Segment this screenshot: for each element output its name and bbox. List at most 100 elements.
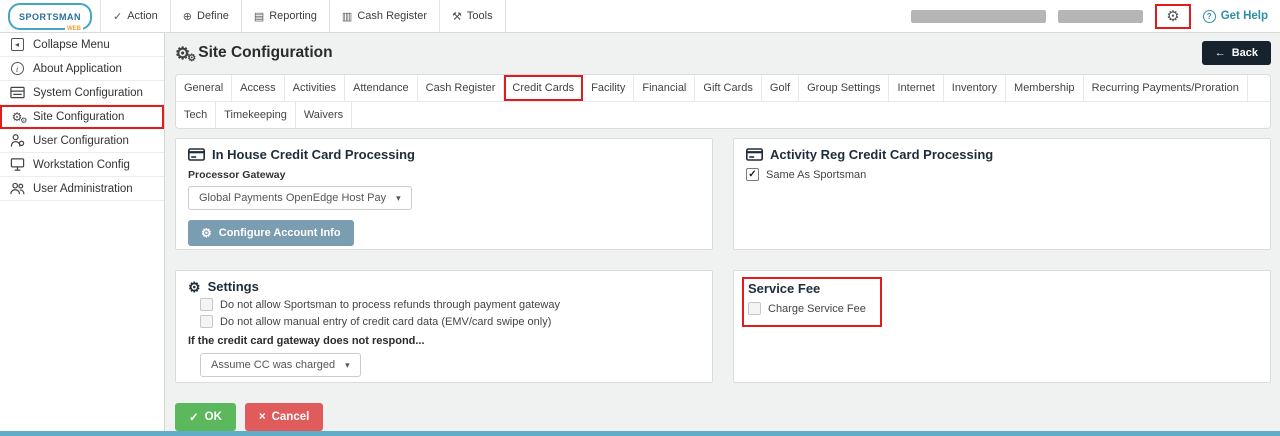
logo[interactable]: SPORTSMAN WEB xyxy=(0,0,100,32)
processor-gateway-select[interactable]: Global Payments OpenEdge Host Pay ▾ xyxy=(188,186,412,210)
tab-inventory[interactable]: Inventory xyxy=(944,75,1006,101)
sidebar-item-workstation-config[interactable]: Workstation Config xyxy=(0,153,164,177)
sidebar-item-label: About Application xyxy=(33,63,122,75)
tab-access[interactable]: Access xyxy=(232,75,284,101)
cancel-button-label: Cancel xyxy=(272,411,310,423)
top-menu: ✓ Action ⊕ Define ▤ Reporting ▥ Cash Reg… xyxy=(100,0,506,32)
in-house-processing-panel: In House Credit Card Processing Processo… xyxy=(175,138,713,250)
sidebar-item-label: Site Configuration xyxy=(33,111,124,123)
menu-item-label: Define xyxy=(197,10,229,22)
sidebar-item-label: Collapse Menu xyxy=(33,39,110,51)
caret-down-icon: ▾ xyxy=(345,360,350,371)
tab-credit-cards[interactable]: Credit Cards xyxy=(504,75,583,101)
report-icon: ▤ xyxy=(254,10,264,23)
tab-general[interactable]: General xyxy=(176,75,232,101)
sidebar: ◂ Collapse Menu i About Application Syst… xyxy=(0,33,165,431)
processor-gateway-value: Global Payments OpenEdge Host Pay xyxy=(199,192,386,204)
logo-brand-text: SPORTSMAN xyxy=(19,12,81,22)
cancel-button[interactable]: × Cancel xyxy=(245,403,323,431)
configure-account-info-button[interactable]: ⚙ Configure Account Info xyxy=(188,220,354,246)
menu-item-reporting[interactable]: ▤ Reporting xyxy=(242,0,330,32)
tab-facility[interactable]: Facility xyxy=(583,75,634,101)
topbar-right: ⚙ ? Get Help xyxy=(911,0,1280,32)
activity-reg-panel-title: Activity Reg Credit Card Processing xyxy=(746,147,1258,162)
ok-button-label: OK xyxy=(205,411,222,423)
logo-sub-text: WEB xyxy=(65,26,83,32)
sidebar-item-label: System Configuration xyxy=(33,87,143,99)
cash-register-icon: ▥ xyxy=(342,10,352,23)
sidebar-item-system-configuration[interactable]: System Configuration xyxy=(0,81,164,105)
app-body: ◂ Collapse Menu i About Application Syst… xyxy=(0,33,1280,431)
gear-icon: ⚙ xyxy=(188,280,201,294)
no-refunds-checkbox[interactable] xyxy=(200,298,213,311)
tab-group-settings[interactable]: Group Settings xyxy=(799,75,889,101)
tab-recurring-payments-proration[interactable]: Recurring Payments/Proration xyxy=(1084,75,1248,101)
gear-icon: ⚙ xyxy=(201,227,212,239)
sidebar-item-label: User Administration xyxy=(33,183,133,195)
sidebar-item-site-configuration[interactable]: ⚙⚙ Site Configuration xyxy=(0,105,164,129)
credit-card-icon xyxy=(746,148,763,161)
service-fee-panel: Service Fee Charge Service Fee xyxy=(733,270,1271,383)
sidebar-item-label: User Configuration xyxy=(33,135,129,147)
back-button[interactable]: ← Back xyxy=(1202,41,1271,65)
sidebar-item-user-configuration[interactable]: User Configuration xyxy=(0,129,164,153)
sidebar-item-collapse-menu[interactable]: ◂ Collapse Menu xyxy=(0,33,164,57)
redacted-info-block xyxy=(1058,10,1143,23)
get-help-button[interactable]: ? Get Help xyxy=(1203,10,1268,23)
gears-icon: ⚙⚙ xyxy=(175,45,190,62)
sidebar-item-label: Workstation Config xyxy=(33,159,130,171)
user-gear-icon xyxy=(9,133,25,148)
no-refunds-label: Do not allow Sportsman to process refund… xyxy=(220,299,560,311)
menu-item-label: Tools xyxy=(467,10,493,22)
tab-activities[interactable]: Activities xyxy=(285,75,345,101)
gears-icon: ⚙⚙ xyxy=(9,111,25,123)
page-header: ⚙⚙ Site Configuration ← Back xyxy=(175,41,1271,65)
settings-panel: ⚙ Settings Do not allow Sportsman to pro… xyxy=(175,270,713,383)
help-question-icon: ? xyxy=(1203,10,1216,23)
tab-membership[interactable]: Membership xyxy=(1006,75,1084,101)
tab-timekeeping[interactable]: Timekeeping xyxy=(216,102,296,128)
sidebar-item-user-administration[interactable]: User Administration xyxy=(0,177,164,201)
tab-row-2: Tech Timekeeping Waivers xyxy=(176,102,1270,128)
activity-reg-processing-panel: Activity Reg Credit Card Processing ✓ Sa… xyxy=(733,138,1271,250)
configure-account-info-label: Configure Account Info xyxy=(219,227,341,239)
collapse-menu-icon: ◂ xyxy=(9,38,25,51)
gateway-no-response-value: Assume CC was charged xyxy=(211,359,335,371)
sportsman-logo: SPORTSMAN WEB xyxy=(8,3,92,30)
gateway-no-response-label: If the credit card gateway does not resp… xyxy=(188,335,700,347)
check-icon: ✓ xyxy=(113,10,122,23)
menu-item-label: Cash Register xyxy=(357,10,427,22)
page-title-text: Site Configuration xyxy=(198,44,332,62)
system-config-icon xyxy=(9,85,25,100)
tab-waivers[interactable]: Waivers xyxy=(296,102,352,128)
monitor-icon xyxy=(9,157,25,172)
info-icon: i xyxy=(9,62,25,75)
menu-item-cash-register[interactable]: ▥ Cash Register xyxy=(330,0,440,32)
redacted-info-block xyxy=(911,10,1046,23)
gateway-no-response-select[interactable]: Assume CC was charged ▾ xyxy=(200,353,361,377)
in-house-panel-title: In House Credit Card Processing xyxy=(188,147,700,162)
tab-internet[interactable]: Internet xyxy=(889,75,943,101)
charge-service-fee-checkbox[interactable] xyxy=(748,302,761,315)
menu-item-define[interactable]: ⊕ Define xyxy=(171,0,242,32)
plus-circle-icon: ⊕ xyxy=(183,10,192,23)
tab-financial[interactable]: Financial xyxy=(634,75,695,101)
same-as-sportsman-checkbox[interactable]: ✓ xyxy=(746,168,759,181)
sidebar-item-about-application[interactable]: i About Application xyxy=(0,57,164,81)
charge-service-fee-row: Charge Service Fee xyxy=(748,302,866,315)
no-manual-entry-checkbox[interactable] xyxy=(200,315,213,328)
settings-tab-bar: General Access Activities Attendance Cas… xyxy=(175,74,1271,129)
tab-attendance[interactable]: Attendance xyxy=(345,75,418,101)
tab-cash-register[interactable]: Cash Register xyxy=(418,75,505,101)
processor-gateway-label: Processor Gateway xyxy=(188,169,700,181)
x-icon: × xyxy=(259,411,266,423)
tab-tech[interactable]: Tech xyxy=(176,102,216,128)
same-as-sportsman-row: ✓ Same As Sportsman xyxy=(746,168,1258,181)
charge-service-fee-label: Charge Service Fee xyxy=(768,303,866,315)
menu-item-action[interactable]: ✓ Action xyxy=(101,0,171,32)
ok-button[interactable]: ✓ OK xyxy=(175,403,236,431)
tab-gift-cards[interactable]: Gift Cards xyxy=(695,75,762,101)
tab-golf[interactable]: Golf xyxy=(762,75,799,101)
settings-gear-button[interactable]: ⚙ xyxy=(1155,4,1190,29)
menu-item-tools[interactable]: ⚒ Tools xyxy=(440,0,506,32)
